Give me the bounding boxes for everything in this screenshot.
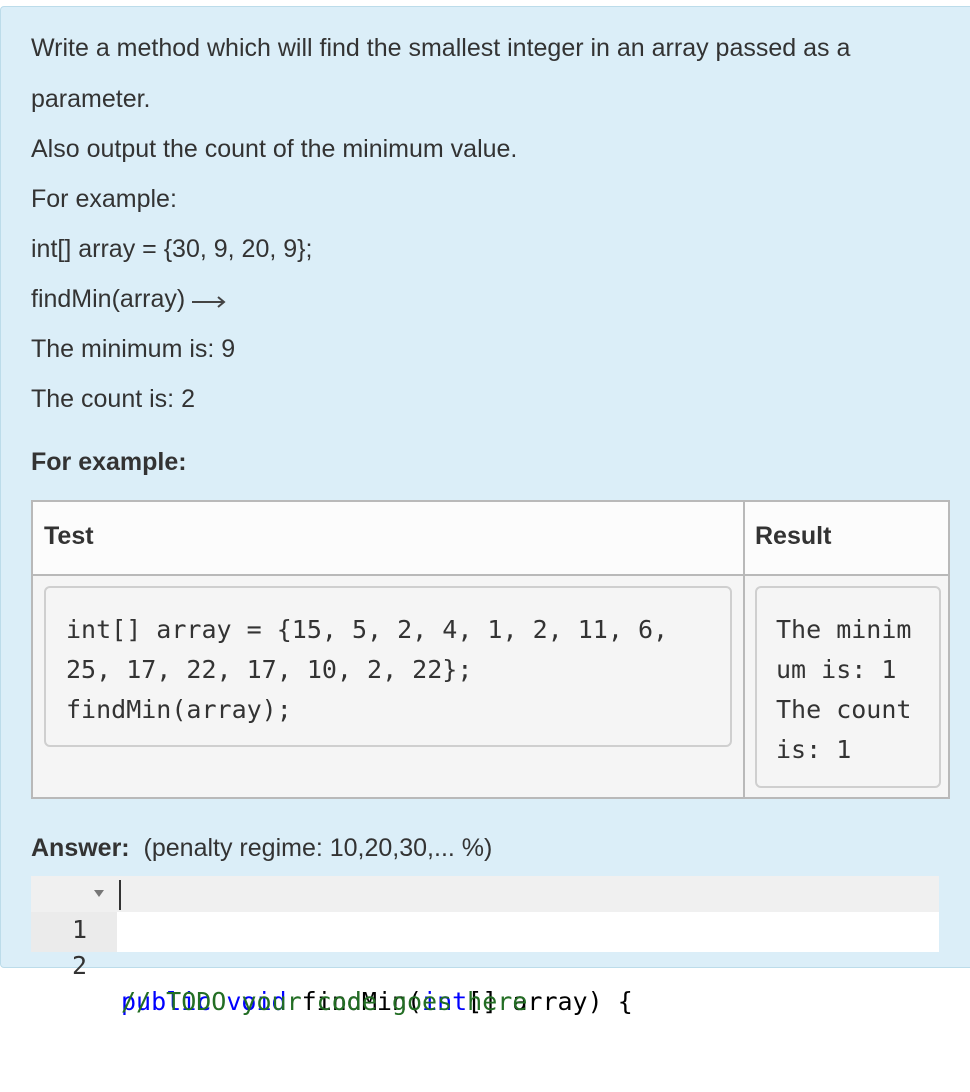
question-text-line: parameter. (31, 85, 151, 113)
code-comment: // TODO your code goes here (121, 987, 528, 1016)
editor-line[interactable]: 2 // TODO your code goes here (31, 912, 939, 1016)
text-cursor (119, 880, 121, 910)
question-text-line: int[] array = {30, 9, 20, 9}; (31, 235, 313, 263)
examples-heading: For example: (31, 448, 187, 476)
question-text-line: Write a method which will find the small… (31, 34, 851, 62)
column-header-result: Result (755, 522, 832, 550)
test-code-block: int[] array = {15, 5, 2, 4, 1, 2, 11, 6,… (44, 586, 732, 747)
result-output-block: The minim um is: 1 The count is: 1 (755, 586, 941, 788)
column-header-test: Test (44, 522, 94, 550)
editor-line[interactable]: 1 public void findMin(int[] array) { (31, 876, 939, 1016)
line-number: 2 (71, 951, 87, 980)
examples-table: Test Result int[] array = {15, 5, 2, 4, … (31, 500, 950, 799)
long-right-arrow-icon (191, 285, 227, 315)
question-text-line: For example: (31, 185, 177, 213)
code-editor[interactable]: 1 public void findMin(int[] array) { 2 /… (31, 876, 939, 1016)
penalty-regime: (penalty regime: 10,20,30,... %) (143, 834, 493, 862)
question-text-line: The count is: 2 (31, 385, 195, 413)
fold-triangle-icon[interactable] (94, 890, 104, 897)
answer-header: Answer: (penalty regime: 10,20,30,... %) (31, 834, 492, 863)
question-text-line: Also output the count of the minimum val… (31, 135, 518, 163)
question-text-line: The minimum is: 9 (31, 335, 236, 363)
answer-label: Answer: (31, 834, 130, 862)
question-text-line: findMin(array) (31, 285, 186, 313)
column-divider (743, 502, 745, 797)
question-example-call: findMin(array) (31, 284, 227, 315)
